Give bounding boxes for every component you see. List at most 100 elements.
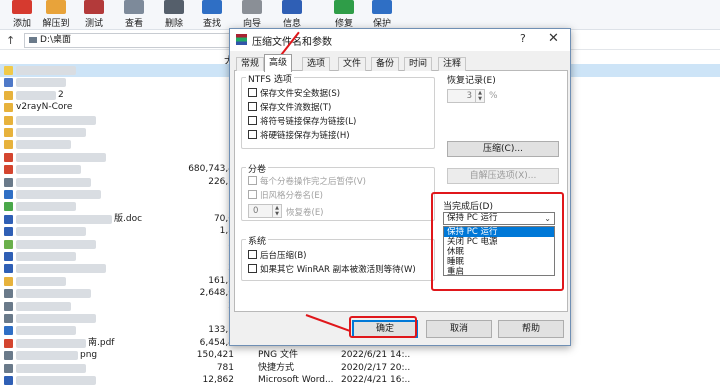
tab-2[interactable]: 选项 [302,57,331,71]
ntfs-option-label: 保存文件安全数据(S) [260,89,341,99]
ntfs-option-label: 将符号链接保存为链接(L) [260,117,357,127]
toolbar-button-3[interactable]: 查看 [116,0,152,30]
file-type-icon [4,66,13,75]
cancel-button[interactable]: 取消 [426,320,492,338]
ntfs-option-label: 保存文件流数据(T) [260,103,332,113]
redacted-filename [16,301,71,311]
toolbar-button-label: 删除 [164,19,183,29]
file-type-icon [4,90,13,100]
find-icon [202,0,222,14]
file-type-icon [4,289,13,299]
file-type-icon [4,214,13,224]
tab-5[interactable]: 时间 [404,57,433,71]
file-size: 12,862 [202,375,235,385]
file-type-icon [4,252,13,261]
tab-3[interactable]: 文件 [338,57,367,71]
wait-winrar-option[interactable]: 如果其它 WinRAR 副本被激活则等待(W) [248,264,416,276]
tab-6[interactable]: 注释 [438,57,467,71]
toolbar-button-9[interactable]: 保护 [364,0,400,30]
file-name: png [80,350,98,361]
spinner-arrows-icon[interactable]: ▲ ▼ [475,90,484,102]
file-type: PNG 文件 [258,350,298,361]
compression-settings-button[interactable]: 压缩(C)... [447,141,559,157]
redacted-filename [16,264,106,274]
file-row[interactable]: 781 快捷方式 2020/2/17 20:.. [0,362,720,375]
tab-strip: 常规 高级 选项 文件 备份 时间 注释 [234,54,568,72]
tab-0[interactable]: 常规 [236,57,265,71]
redacted-filename [16,351,78,361]
volume-option-label: 每个分卷操作完之后暂停(V) [260,177,366,187]
system-group-title: 系统 [246,234,269,247]
winrar-icon [236,34,247,45]
redacted-filename [16,152,106,162]
file-type-icon [4,338,13,348]
ntfs-option-label: 将硬链接保存为链接(H) [260,131,350,141]
checkbox[interactable] [248,88,257,97]
file-type-icon [4,152,13,162]
volume-pause-option[interactable]: 每个分卷操作完之后暂停(V) [248,176,366,188]
file-type-icon [4,314,13,323]
test-icon [84,0,104,14]
checkbox[interactable] [248,102,257,111]
redacted-filename [16,78,66,88]
ntfs-option-security[interactable]: 保存文件安全数据(S) [248,88,340,100]
toolbar-button-label: 查找 [202,19,221,29]
redacted-filename [16,165,81,175]
file-size: 781 [216,362,234,373]
spinner-arrows-icon[interactable]: ▲ ▼ [272,205,281,217]
help-button[interactable]: 帮助 [498,320,564,338]
toolbar-button-label: 添加 [12,19,31,29]
toolbar-button-label: 测试 [84,19,103,29]
redacted-filename [16,177,91,187]
delete-icon [164,0,184,14]
recovery-volumes-label: 恢复卷(E) [286,208,324,218]
redacted-filename [16,128,86,137]
volumes-group-title: 分卷 [246,162,269,175]
file-type-icon [4,177,13,187]
checkbox[interactable] [248,176,257,185]
file-type-icon [4,376,13,385]
checkbox[interactable] [248,130,257,139]
ntfs-option-streams[interactable]: 保存文件流数据(T) [248,102,331,114]
tab-4[interactable]: 备份 [371,57,400,71]
redacted-filename [16,376,96,385]
redacted-filename [16,239,96,249]
wizard-icon [242,0,262,14]
toolbar-button-4[interactable]: 删除 [156,0,192,30]
redacted-filename [16,66,76,75]
toolbar-button-1[interactable]: 解压到 [38,0,74,30]
background-compress-option[interactable]: 后台压缩(B) [248,250,306,262]
redacted-filename [16,214,112,224]
volume-option-label: 旧风格分卷名(E) [260,191,324,201]
ntfs-option-symlinks[interactable]: 将符号链接保存为链接(L) [248,116,356,128]
annotation-highlight-ok [349,316,417,338]
redacted-filename [16,363,86,373]
checkbox[interactable] [248,250,257,259]
file-type-icon [4,115,13,125]
address-field[interactable]: D:\桌面 [24,33,244,48]
checkbox[interactable] [248,116,257,125]
toolbar-button-6[interactable]: 向导 [234,0,270,30]
close-icon[interactable]: ✕ [548,31,559,46]
sfx-options-button[interactable]: 自解压选项(X)... [447,168,559,184]
view-icon [124,0,144,14]
volume-oldstyle-option[interactable]: 旧风格分卷名(E) [248,190,323,202]
toolbar-button-8[interactable]: 修复 [326,0,362,30]
recovery-record-spinner[interactable]: 3 ▲ ▼ [447,89,485,103]
checkbox[interactable] [248,264,257,273]
checkbox[interactable] [248,190,257,199]
recovery-value: 3 [466,91,472,101]
protect-icon [372,0,392,14]
toolbar-button-0[interactable]: 添加 [4,0,40,30]
toolbar-button-label: 解压到 [42,19,70,29]
toolbar-button-7[interactable]: 信息 [274,0,310,30]
help-icon[interactable]: ? [520,32,526,45]
tab-1[interactable]: 高级 [264,54,293,72]
file-row[interactable]: png 150,421 PNG 文件 2022/6/21 14:.. [0,349,720,362]
ntfs-option-hardlinks[interactable]: 将硬链接保存为链接(H) [248,130,350,142]
file-row[interactable]: 12,862 Microsoft Word... 2022/4/21 16:.. [0,374,720,387]
up-folder-icon[interactable]: ↑ [6,34,15,47]
toolbar-button-2[interactable]: 测试 [76,0,112,30]
recovery-volumes-spinner[interactable]: 0 ▲ ▼ [248,204,282,218]
toolbar-button-5[interactable]: 查找 [194,0,230,30]
